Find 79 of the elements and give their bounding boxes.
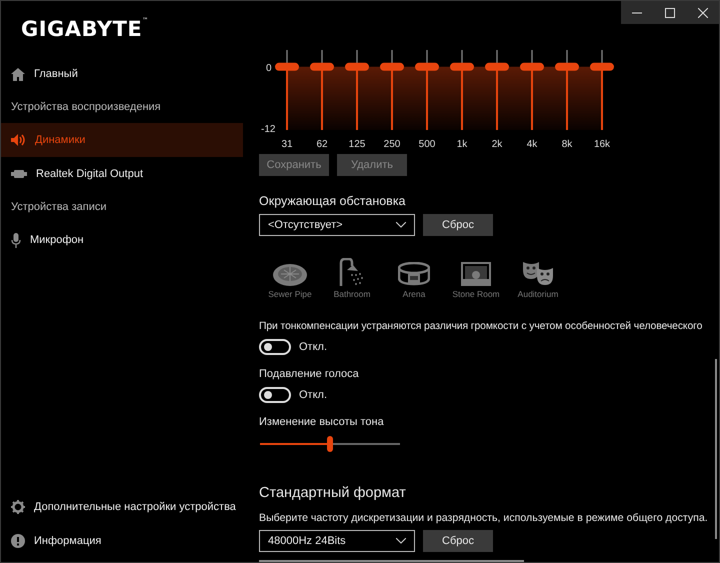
microphone-icon [11,232,21,248]
slider-thumb[interactable] [590,62,614,71]
room-icon [461,262,491,286]
frequency-label: 16k [594,139,610,150]
toggle-switch[interactable] [259,387,291,404]
frequency-label: 250 [384,139,400,150]
slider-thumb[interactable] [450,62,474,71]
frequency-label: 125 [348,139,366,150]
toggle-switch[interactable] [259,339,291,356]
preset-label[interactable]: Auditorium [518,289,558,300]
section-title: Стандартный формат [259,485,407,502]
close-icon [698,8,708,18]
connector-icon [11,170,27,178]
band-slider[interactable] [345,50,369,130]
band-slider[interactable] [380,50,404,130]
slider-thumb[interactable] [380,62,404,71]
scale-label: 0 [266,62,272,74]
format-dropdown[interactable]: 48000Hz 24Bits [259,530,415,552]
slider-thumb[interactable] [345,62,369,71]
settings-icon [11,500,25,514]
band-slider[interactable] [310,50,334,130]
frequency-label: 1k [456,139,468,150]
toggle-state: Откл. [299,341,328,354]
section-heading: Устройства воспроизведения [10,100,162,115]
setting-label: Подавление голоса [259,368,360,380]
band-slider[interactable] [520,50,544,130]
maximize-icon [665,8,675,18]
preset-label[interactable]: Sewer Pipe [268,289,312,300]
pitch-slider[interactable] [260,436,400,452]
scale-label: -12 [261,124,276,135]
band-slider[interactable] [415,50,439,130]
setting-label: Изменение высоты тона [259,416,385,428]
sidebar-item[interactable]: Главный [1,57,243,91]
toggle-state: Откл. [299,389,328,402]
section-title: Окружающая обстановка [259,194,407,210]
logo: GIGABYTE$^{™}$ [20,16,150,43]
slider-thumb[interactable] [415,62,439,71]
preset-label[interactable]: Arena [402,289,426,300]
sidebar-item[interactable]: Динамики [1,123,243,157]
slider-thumb[interactable] [310,62,334,71]
slider-thumb[interactable] [327,436,333,452]
sidebar-item[interactable]: Информация [1,524,243,558]
theater-masks-icon [522,260,554,286]
band-slider[interactable] [275,50,299,130]
band-slider[interactable] [590,50,614,130]
slider-thumb[interactable] [555,62,579,71]
chevron-icon [396,222,406,228]
reset-button[interactable]: Сброс [423,214,493,236]
scrollbar[interactable] [715,359,717,539]
chevron-icon [396,538,406,544]
frequency-label: 31 [281,139,293,150]
band-slider[interactable] [555,50,579,130]
scrollbar[interactable] [259,560,524,562]
environment-dropdown[interactable]: <Отсутствует> [259,214,415,236]
slider-thumb[interactable] [520,62,544,71]
sidebar-item[interactable]: Realtek Digital Output [1,157,243,191]
preset-label[interactable]: Stone Room [452,289,500,300]
home-icon [11,68,25,80]
slider-thumb[interactable] [275,62,299,71]
band-slider[interactable] [450,50,474,130]
stadium-icon [398,262,430,286]
frequency-label: 8k [562,139,572,150]
frequency-label: 2k [492,139,502,150]
disc-icon [273,264,307,286]
description-text: Выберите частоту дискретизации и разрядность, используемые в режиме общего доступа. [259,512,709,524]
info-icon [11,534,25,548]
description-text: При тонкомпенсации устраняются различия громкости с учетом особенностей человеческого [259,321,704,332]
frequency-label: 500 [418,139,436,150]
preset-label[interactable]: Bathroom [334,289,370,300]
sidebar-item[interactable]: Дополнительные настройки устройства [1,490,243,524]
band-slider[interactable] [485,50,509,130]
frequency-label: 62 [316,139,328,150]
shower-icon [339,258,365,286]
section-heading: Устройства записи [10,200,108,215]
frequency-label: 4k [526,139,538,150]
slider-thumb[interactable] [485,62,509,71]
speaker-icon [11,134,26,146]
sidebar-item[interactable]: Микрофон [1,223,243,257]
reset-button[interactable]: Сброс [423,530,493,552]
